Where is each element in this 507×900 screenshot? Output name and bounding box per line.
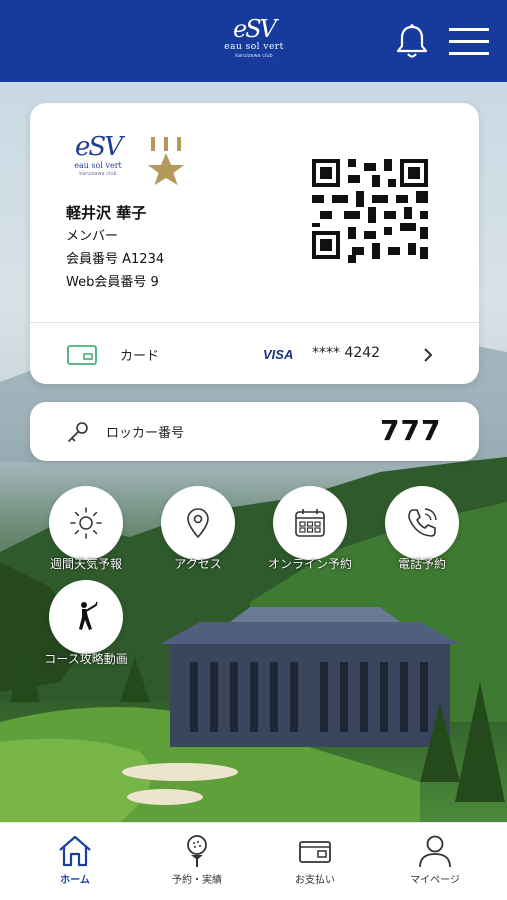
club-name: eau sol vert [74,161,122,170]
nav-reservations-label: 予約・実績 [172,875,222,886]
club-logo: eSV eau sol vert karuizawa club [68,133,128,183]
access-button[interactable] [161,486,235,560]
phone-icon [408,508,437,537]
online-reservation-button[interactable] [273,486,347,560]
phone-reservation-label: 電話予約 [397,557,446,571]
sun-icon [70,507,102,539]
payment-card-row[interactable]: カード VISA **** 4242 [30,323,479,384]
brand-subtitle: karuizawa club [235,53,273,59]
nav-mypage-label: マイページ [410,875,460,886]
club-monogram: eSV [75,132,123,162]
brand-monogram: eSV [233,15,277,43]
club-subtitle: karuizawa club [79,171,117,177]
golfer-icon [79,601,98,630]
visa-brand: VISA [263,347,294,362]
nav-payment[interactable]: お支払い [252,823,378,900]
calendar-icon [295,509,325,537]
bell-icon[interactable] [394,22,430,60]
weather-forecast-label: 週間天気予報 [49,557,122,571]
weather-forecast-button[interactable] [49,486,123,560]
home-icon [59,835,91,867]
member-name: 軽井沢 華子 [66,204,147,222]
app-header: eSV eau sol vert karuizawa club [0,0,507,82]
payment-label: カード [120,349,160,364]
chevron-right-icon [422,347,434,363]
member-type: メンバー [66,229,119,244]
nav-home-label: ホーム [60,875,90,886]
user-icon [419,835,451,868]
bottom-navigation: ホーム 予約・実績 お支払い マイページ [0,822,507,900]
masked-card-number: **** 4242 [312,345,381,361]
phone-reservation-button[interactable] [385,486,459,560]
nav-payment-label: お支払い [295,875,335,886]
member-number: 会員番号 A1234 [66,252,165,267]
course-video-button[interactable] [49,580,123,654]
qr-code-icon[interactable] [312,159,436,263]
map-pin-icon [187,508,209,539]
nav-mypage[interactable]: マイページ [372,823,498,900]
gold-star-rank-icon [145,135,187,187]
web-member-number: Web会員番号 9 [66,275,159,290]
access-label: アクセス [174,557,222,571]
locker-number: 777 [380,414,442,447]
wallet-icon [299,841,331,863]
brand-name: eau sol vert [224,42,284,52]
golf-tee-icon [187,835,207,867]
membership-card[interactable]: eSV eau sol vert karuizawa club 軽井沢 華子 メ… [30,103,479,384]
course-video-label: コース攻略動画 [44,652,128,666]
key-icon [66,420,90,444]
hamburger-menu-icon[interactable] [448,25,490,59]
locker-label: ロッカー番号 [106,426,185,441]
nav-home[interactable]: ホーム [12,823,138,900]
brand-logo: eSV eau sol vert karuizawa club [203,16,305,66]
nav-reservations[interactable]: 予約・実績 [134,823,260,900]
online-reservation-label: オンライン予約 [267,557,352,571]
credit-card-icon [67,345,97,365]
locker-card[interactable]: ロッカー番号 777 [30,402,479,461]
